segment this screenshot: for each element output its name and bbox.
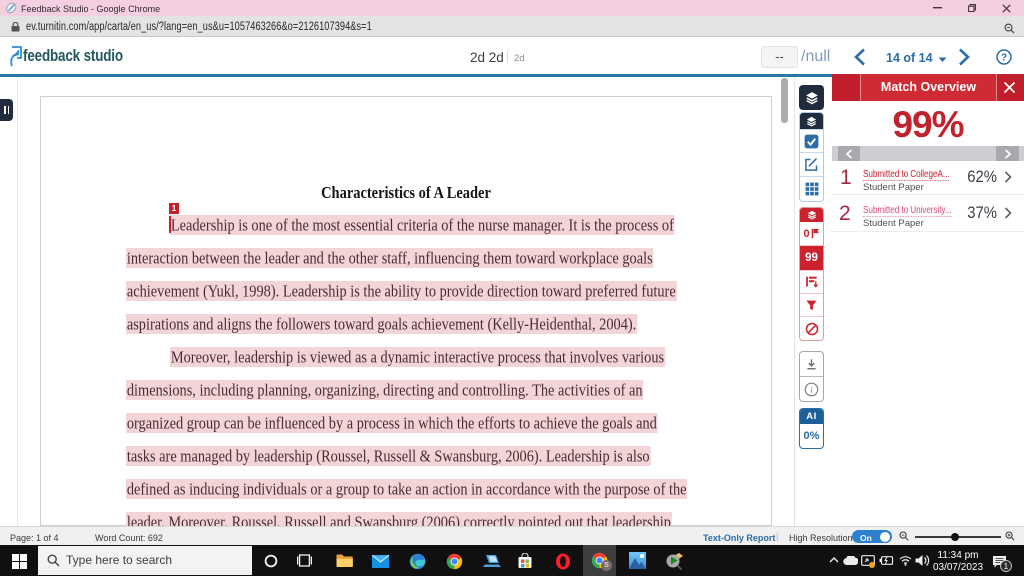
svg-text:i: i: [810, 384, 813, 394]
svg-text:?: ?: [1001, 53, 1007, 64]
